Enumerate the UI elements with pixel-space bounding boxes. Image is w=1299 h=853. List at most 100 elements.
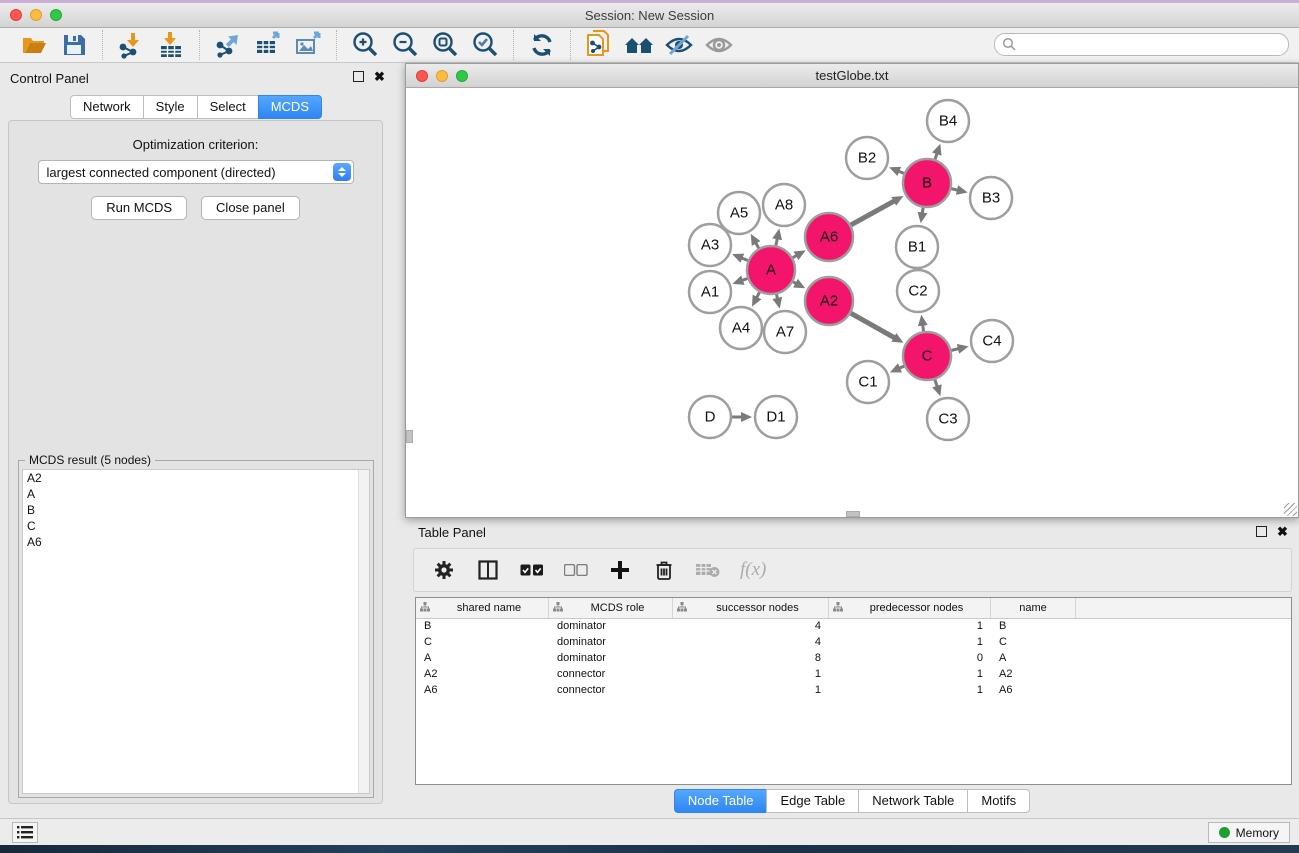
network-canvas[interactable]: B4 B2 B B3 B1 A5A8A6 A3 A A1 C2 A2 A4A7 C C1 C4C3 D D1 <box>406 88 1298 517</box>
task-history-button[interactable] <box>12 822 38 843</box>
create-column-plus-icon[interactable] <box>608 558 632 582</box>
window-resize-grip[interactable] <box>1284 503 1297 516</box>
show-column-panel-icon[interactable] <box>476 558 500 582</box>
zoom-fit-icon[interactable] <box>425 29 465 61</box>
column-header-successor-nodes[interactable]: successor nodes <box>673 598 829 618</box>
node-A5[interactable]: A5 <box>718 192 760 234</box>
node-C3[interactable]: C3 <box>927 398 969 440</box>
tab-motifs[interactable]: Motifs <box>967 789 1030 813</box>
node-B[interactable]: B <box>903 159 951 207</box>
float-table-panel-icon[interactable] <box>1256 526 1267 537</box>
node-C[interactable]: C <box>903 332 951 380</box>
column-header-name[interactable]: name <box>991 598 1076 618</box>
zoom-in-icon[interactable] <box>345 29 385 61</box>
node-B1[interactable]: B1 <box>896 226 938 268</box>
first-neighbors-icon[interactable] <box>619 29 659 61</box>
main-titlebar[interactable]: Session: New Session <box>0 3 1299 28</box>
result-list-scrollbar[interactable] <box>358 470 369 793</box>
node-A3[interactable]: A3 <box>689 224 731 266</box>
search-input[interactable] <box>994 33 1289 56</box>
mcds-result-list[interactable]: A2ABCA6 <box>22 469 370 794</box>
edge-C-C4[interactable] <box>951 349 959 351</box>
edge-B-B1[interactable] <box>922 208 923 214</box>
edge-A-A3[interactable] <box>741 258 747 261</box>
unselect-all-columns-icon[interactable] <box>564 558 588 582</box>
node-A6[interactable]: A6 <box>805 213 853 261</box>
node-C2[interactable]: C2 <box>897 270 939 312</box>
edge-A6-B[interactable] <box>851 201 895 225</box>
edge-A-A1[interactable] <box>742 278 747 280</box>
network-window-titlebar[interactable]: testGlobe.txt <box>406 64 1298 88</box>
mcds-result-item[interactable]: A <box>23 486 369 502</box>
table-row[interactable]: A6connector11A6 <box>416 683 1291 699</box>
node-A[interactable]: A <box>747 246 795 294</box>
open-session-icon[interactable] <box>14 29 54 61</box>
column-header-MCDS-role[interactable]: MCDS role <box>549 598 673 618</box>
mcds-result-item[interactable]: A2 <box>23 470 369 486</box>
function-builder-icon[interactable]: f(x) <box>740 559 766 581</box>
edge-A-A7[interactable] <box>777 294 778 298</box>
tab-style[interactable]: Style <box>143 95 197 119</box>
criterion-select[interactable]: largest connected component (directed) <box>38 160 354 184</box>
node-B4[interactable]: B4 <box>927 100 969 142</box>
show-all-icon[interactable] <box>699 29 739 61</box>
edge-A2-C[interactable] <box>851 313 895 338</box>
table-settings-gear-icon[interactable] <box>432 558 456 582</box>
select-all-columns-icon[interactable] <box>520 558 544 582</box>
node-A2[interactable]: A2 <box>805 277 853 325</box>
column-header-predecessor-nodes[interactable]: predecessor nodes <box>829 598 991 618</box>
splitter-handle-left[interactable] <box>406 430 413 443</box>
edge-A-A8[interactable] <box>776 238 777 245</box>
tab-network[interactable]: Network <box>70 95 143 119</box>
table-row[interactable]: A2connector11A2 <box>416 667 1291 683</box>
node-A8[interactable]: A8 <box>763 184 805 226</box>
node-A1[interactable]: A1 <box>689 271 731 313</box>
zoom-selected-icon[interactable] <box>465 29 505 61</box>
column-header-shared-name[interactable]: shared name <box>416 598 549 618</box>
node-A4[interactable]: A4 <box>720 307 762 349</box>
edge-C-C3[interactable] <box>935 380 937 387</box>
edge-A-A4[interactable] <box>757 292 760 298</box>
node-D[interactable]: D <box>689 396 731 438</box>
node-D1[interactable]: D1 <box>755 396 797 438</box>
mcds-result-item[interactable]: C <box>23 518 369 534</box>
node-table[interactable]: shared nameMCDS rolesuccessor nodesprede… <box>415 597 1292 785</box>
node-C1[interactable]: C1 <box>847 361 889 403</box>
edge-C-C1[interactable] <box>899 366 904 368</box>
hide-selected-icon[interactable] <box>659 29 699 61</box>
edge-A-A6[interactable] <box>793 255 797 257</box>
node-B3[interactable]: B3 <box>970 177 1012 219</box>
float-panel-icon[interactable] <box>353 71 364 82</box>
edge-B-B4[interactable] <box>935 153 937 159</box>
import-network-icon[interactable] <box>111 29 151 61</box>
export-table-icon[interactable] <box>248 29 288 61</box>
table-row[interactable]: Cdominator41C <box>416 635 1291 651</box>
tab-node-table[interactable]: Node Table <box>674 789 767 813</box>
mcds-result-item[interactable]: B <box>23 502 369 518</box>
splitter-handle-bottom[interactable] <box>846 511 860 517</box>
edge-A-A5[interactable] <box>756 243 759 249</box>
tab-mcds[interactable]: MCDS <box>258 95 322 119</box>
node-C4[interactable]: C4 <box>971 320 1013 362</box>
import-table-icon[interactable] <box>151 29 191 61</box>
table-row[interactable]: Bdominator41B <box>416 619 1291 635</box>
node-A7[interactable]: A7 <box>764 311 806 353</box>
close-table-panel-icon[interactable]: ✖ <box>1277 526 1288 537</box>
delete-column-trash-icon[interactable] <box>652 558 676 582</box>
edge-B-B2[interactable] <box>898 171 904 173</box>
tab-select[interactable]: Select <box>197 95 258 119</box>
edge-A-A2[interactable] <box>793 282 796 284</box>
close-panel-icon[interactable]: ✖ <box>374 71 385 82</box>
edge-B-B3[interactable] <box>951 189 958 191</box>
close-panel-button[interactable]: Close panel <box>201 196 300 220</box>
refresh-icon[interactable] <box>522 29 562 61</box>
run-mcds-button[interactable]: Run MCDS <box>91 196 187 220</box>
node-B2[interactable]: B2 <box>846 137 888 179</box>
memory-button[interactable]: Memory <box>1208 822 1290 843</box>
export-network-icon[interactable] <box>208 29 248 61</box>
tab-network-table[interactable]: Network Table <box>858 789 967 813</box>
tab-edge-table[interactable]: Edge Table <box>766 789 858 813</box>
edge-C-C2[interactable] <box>923 325 924 332</box>
save-session-icon[interactable] <box>54 29 94 61</box>
zoom-out-icon[interactable] <box>385 29 425 61</box>
